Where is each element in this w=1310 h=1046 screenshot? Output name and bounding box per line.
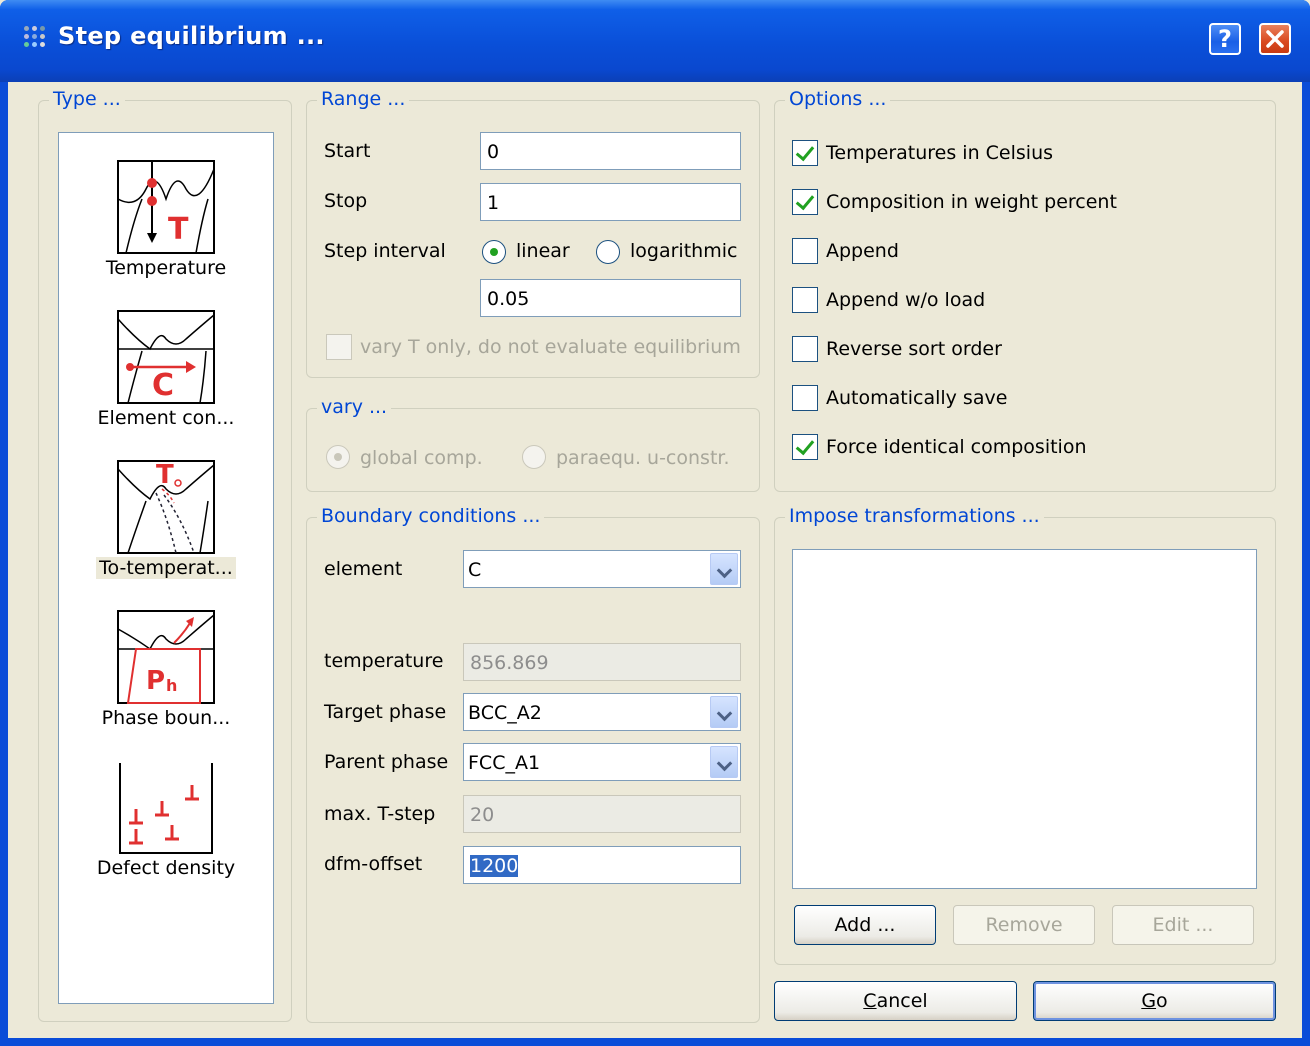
element-select-value: C xyxy=(468,559,482,581)
close-icon xyxy=(1266,30,1284,48)
linear-radio[interactable] xyxy=(482,240,506,264)
remove-button[interactable]: Remove xyxy=(953,905,1095,945)
svg-text:T: T xyxy=(168,212,189,247)
max-t-step-label: max. T-step xyxy=(324,803,436,825)
type-item-label: Temperature xyxy=(105,257,227,279)
cancel-label: Cancel xyxy=(863,990,928,1012)
type-group-legend: Type ... xyxy=(49,88,125,110)
global-comp-radio[interactable] xyxy=(326,445,350,469)
type-item-element-concentration[interactable]: C Element con... xyxy=(59,309,273,429)
add-button[interactable]: Add ... xyxy=(794,905,936,945)
step-interval-label: Step interval xyxy=(324,240,446,262)
start-input[interactable]: 0 xyxy=(480,132,741,170)
type-item-label: To-temperat... xyxy=(96,557,236,579)
temperatures-celsius-checkbox[interactable] xyxy=(792,140,818,166)
dfm-offset-label: dfm-offset xyxy=(324,853,423,875)
parent-phase-select[interactable]: FCC_A1 xyxy=(463,743,741,781)
defect-density-icon xyxy=(119,763,213,854)
chevron-down-icon[interactable] xyxy=(710,696,738,728)
target-phase-label: Target phase xyxy=(324,701,447,723)
parent-phase-value: FCC_A1 xyxy=(468,752,541,774)
close-button[interactable] xyxy=(1259,23,1291,55)
range-group-legend: Range ... xyxy=(317,88,410,110)
go-button[interactable]: Go xyxy=(1033,981,1276,1021)
dfm-offset-value: 1200 xyxy=(470,855,519,877)
type-item-phase-boundary[interactable]: P h Phase boun... xyxy=(59,609,273,729)
boundary-group-legend: Boundary conditions ... xyxy=(317,505,545,527)
svg-text:T: T xyxy=(156,460,174,490)
phase-boundary-diagram-icon: P h xyxy=(117,610,215,704)
automatically-save-checkbox[interactable] xyxy=(792,385,818,411)
chevron-down-icon[interactable] xyxy=(710,553,738,585)
stop-label: Stop xyxy=(324,190,368,212)
append-without-load-label[interactable]: Append w/o load xyxy=(826,289,985,311)
svg-text:h: h xyxy=(166,676,177,695)
type-item-to-temperature[interactable]: T To-temperat... xyxy=(59,459,273,579)
help-button[interactable]: ? xyxy=(1209,23,1241,55)
target-phase-select[interactable]: BCC_A2 xyxy=(463,693,741,731)
append-label[interactable]: Append xyxy=(826,240,899,262)
dfm-offset-input[interactable]: 1200 xyxy=(463,846,741,884)
step-value-input[interactable]: 0.05 xyxy=(480,279,741,317)
logarithmic-label[interactable]: logarithmic xyxy=(630,240,737,262)
title-bar[interactable]: Step equilibrium ... ? xyxy=(0,0,1310,82)
vary-t-only-checkbox[interactable] xyxy=(326,334,352,360)
composition-weight-label[interactable]: Composition in weight percent xyxy=(826,191,1117,213)
type-item-temperature[interactable]: T Temperature xyxy=(59,159,273,279)
force-identical-label[interactable]: Force identical composition xyxy=(826,436,1087,458)
force-identical-checkbox[interactable] xyxy=(792,434,818,460)
dialog-window: Step equilibrium ... ? Type ... T Temper… xyxy=(0,0,1310,1046)
append-without-load-checkbox[interactable] xyxy=(792,287,818,313)
parent-phase-label: Parent phase xyxy=(324,751,449,773)
vary-t-only-label: vary T only, do not evaluate equilibrium xyxy=(360,336,741,358)
svg-text:P: P xyxy=(146,666,165,696)
start-label: Start xyxy=(324,140,371,162)
cancel-button[interactable]: Cancel xyxy=(774,981,1017,1021)
transform-group-legend: Impose transformations ... xyxy=(785,505,1044,527)
append-checkbox[interactable] xyxy=(792,238,818,264)
svg-text:C: C xyxy=(152,368,174,403)
type-item-label: Element con... xyxy=(97,407,235,429)
type-item-label: Defect density xyxy=(96,857,236,879)
type-item-defect-density[interactable]: Defect density xyxy=(59,759,273,879)
global-comp-label: global comp. xyxy=(360,447,483,469)
temperature-diagram-icon: T xyxy=(117,160,215,254)
window-title: Step equilibrium ... xyxy=(58,22,325,50)
type-list[interactable]: T Temperature C Element con... T To-temp… xyxy=(58,132,274,1004)
app-icon xyxy=(22,24,48,50)
logarithmic-radio[interactable] xyxy=(596,240,620,264)
target-phase-value: BCC_A2 xyxy=(468,702,542,724)
element-concentration-diagram-icon: C xyxy=(117,310,215,404)
reverse-sort-label[interactable]: Reverse sort order xyxy=(826,338,1002,360)
stop-input[interactable]: 1 xyxy=(480,183,741,221)
temperature-input[interactable]: 856.869 xyxy=(463,643,741,681)
edit-button[interactable]: Edit ... xyxy=(1112,905,1254,945)
element-label: element xyxy=(324,558,403,580)
automatically-save-label[interactable]: Automatically save xyxy=(826,387,1007,409)
temperatures-celsius-label[interactable]: Temperatures in Celsius xyxy=(826,142,1053,164)
linear-label[interactable]: linear xyxy=(516,240,570,262)
go-label: Go xyxy=(1141,990,1168,1012)
transformations-list[interactable] xyxy=(792,549,1257,889)
type-item-label: Phase boun... xyxy=(101,707,231,729)
chevron-down-icon[interactable] xyxy=(710,746,738,778)
composition-weight-checkbox[interactable] xyxy=(792,189,818,215)
reverse-sort-checkbox[interactable] xyxy=(792,336,818,362)
to-temperature-diagram-icon: T xyxy=(117,460,215,554)
vary-group-legend: vary ... xyxy=(317,396,392,418)
paraequ-label: paraequ. u-constr. xyxy=(556,447,730,469)
temperature-label: temperature xyxy=(324,650,444,672)
paraequ-radio[interactable] xyxy=(522,445,546,469)
max-t-step-input[interactable]: 20 xyxy=(463,795,741,833)
dialog-client-area: Type ... T Temperature C Element con... … xyxy=(8,82,1302,1038)
options-group-legend: Options ... xyxy=(785,88,891,110)
element-select[interactable]: C xyxy=(463,550,741,588)
